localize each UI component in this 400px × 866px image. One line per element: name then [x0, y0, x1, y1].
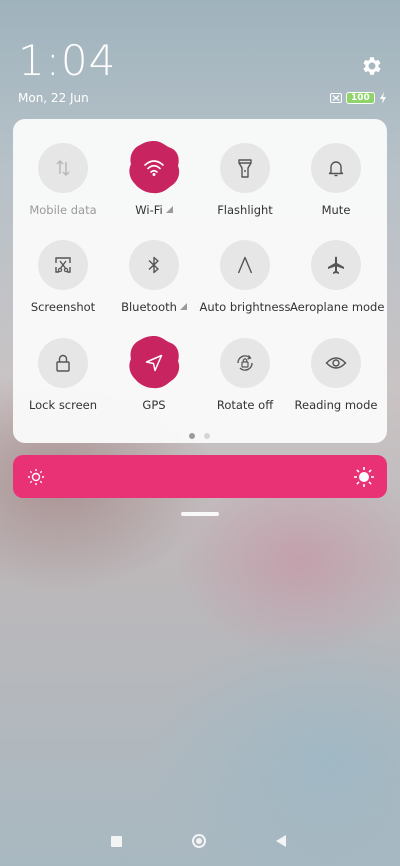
tile-label: Reading mode	[294, 398, 378, 412]
tile-screenshot[interactable]: Screenshot	[17, 240, 109, 314]
expand-arrow-icon[interactable]	[165, 206, 173, 213]
charging-icon	[379, 92, 386, 104]
tile-rotate-off-button[interactable]	[220, 338, 270, 388]
tile-reading-mode[interactable]: Reading mode	[290, 338, 382, 412]
screenshot-icon	[55, 257, 71, 273]
tile-bluetooth[interactable]: Bluetooth	[108, 240, 200, 314]
gps-icon	[145, 354, 163, 372]
tile-gps-button[interactable]	[129, 336, 180, 389]
eye-icon	[325, 357, 347, 369]
bell-icon	[328, 161, 344, 177]
tile-auto-brightness[interactable]: Auto brightness	[199, 240, 291, 314]
auto-brightness-icon	[237, 256, 253, 274]
brightness-low-icon	[28, 469, 44, 485]
brightness-high-icon	[354, 467, 374, 487]
tile-label: Bluetooth	[121, 300, 177, 314]
home-button[interactable]	[192, 834, 206, 848]
recents-button[interactable]	[111, 836, 122, 847]
tile-label: Mobile data	[29, 203, 97, 217]
date: Mon, 22 Jun	[18, 91, 89, 105]
quick-settings-panel: Mobile data Wi-Fi Flashlight Mute Screen…	[13, 119, 387, 443]
tile-label: Rotate off	[216, 398, 274, 412]
tile-wifi[interactable]: Wi-Fi	[108, 141, 200, 217]
tile-label: Wi-Fi	[135, 203, 163, 217]
tile-flashlight-button[interactable]	[220, 143, 270, 193]
tile-aeroplane-mode-button[interactable]	[311, 240, 361, 290]
tile-label: Screenshot	[30, 300, 96, 314]
tile-rotate-off[interactable]: Rotate off	[199, 338, 291, 412]
tile-aeroplane-mode[interactable]: Aeroplane mode	[290, 240, 385, 314]
expand-arrow-icon[interactable]	[179, 303, 187, 310]
tile-label: Aeroplane mode	[290, 300, 385, 314]
page-dot-active	[189, 433, 195, 439]
tile-reading-mode-button[interactable]	[311, 338, 361, 388]
tile-mute[interactable]: Mute	[290, 143, 382, 217]
tile-label: Mute	[321, 203, 351, 217]
battery-indicator: 100	[346, 92, 375, 104]
tile-label: Flashlight	[217, 203, 273, 217]
status-icons: 100	[330, 91, 387, 105]
wifi-icon	[144, 160, 164, 176]
tile-wifi-button[interactable]	[129, 141, 180, 194]
tile-label-wrap: Wi-Fi	[108, 203, 200, 217]
panel-drag-handle[interactable]	[181, 512, 219, 516]
tile-label: Lock screen	[28, 398, 98, 412]
tile-flashlight[interactable]: Flashlight	[199, 143, 291, 217]
page-indicator	[189, 433, 210, 439]
tile-auto-brightness-button[interactable]	[220, 240, 270, 290]
tile-mobile-data-button[interactable]	[38, 143, 88, 193]
tile-bluetooth-button[interactable]	[129, 240, 179, 290]
tile-screenshot-button[interactable]	[38, 240, 88, 290]
page-dot	[204, 433, 210, 439]
tile-label: GPS	[142, 398, 166, 412]
settings-gear-icon[interactable]	[360, 54, 384, 78]
no-sim-icon	[330, 93, 342, 103]
flashlight-icon	[238, 159, 252, 178]
tile-mobile-data[interactable]: Mobile data	[17, 143, 109, 217]
bluetooth-icon	[148, 256, 159, 274]
airplane-icon	[328, 256, 344, 274]
tile-lock-screen-button[interactable]	[38, 338, 88, 388]
tile-gps[interactable]: GPS	[108, 336, 200, 412]
lock-icon	[56, 354, 70, 372]
rotate-lock-icon	[237, 355, 253, 371]
tile-mute-button[interactable]	[311, 143, 361, 193]
back-button[interactable]	[276, 835, 286, 847]
clock: 1:04	[18, 36, 117, 85]
navigation-bar	[0, 826, 400, 860]
mobile-data-icon	[56, 159, 70, 177]
brightness-slider[interactable]	[13, 455, 387, 498]
tile-label-wrap: Bluetooth	[108, 300, 200, 314]
tile-lock-screen[interactable]: Lock screen	[17, 338, 109, 412]
tile-label: Auto brightness	[199, 300, 291, 314]
